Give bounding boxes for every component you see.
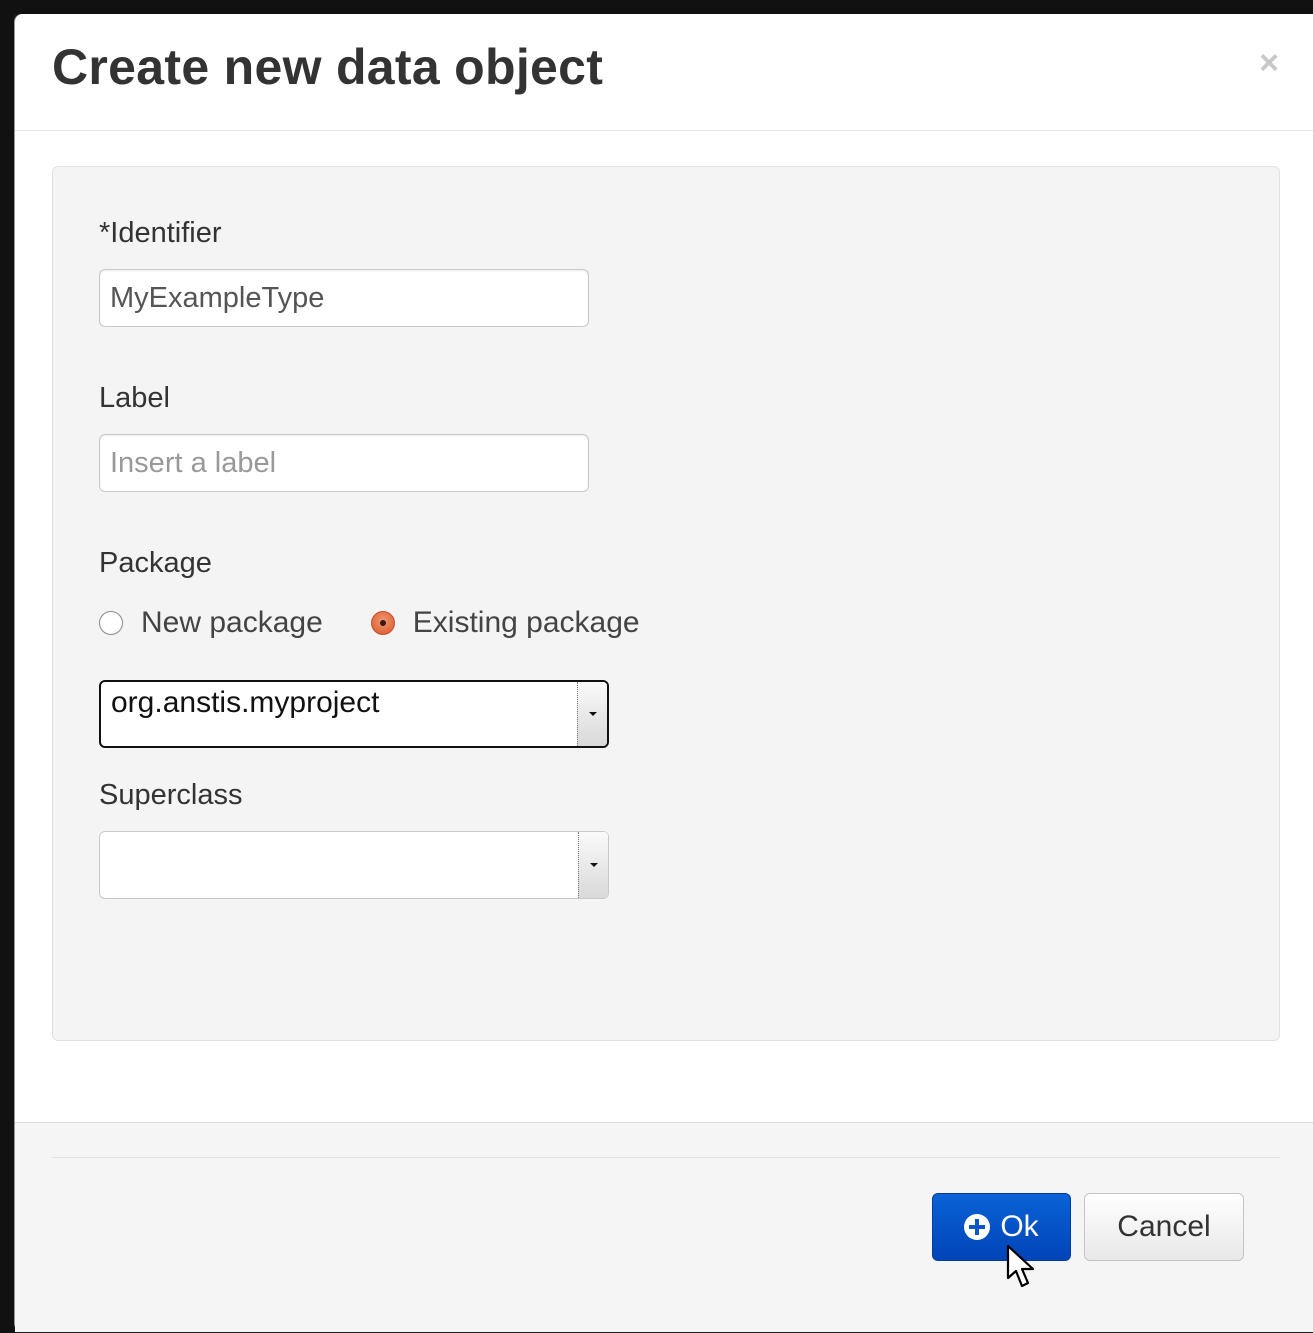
plus-circle-icon (964, 1214, 991, 1240)
superclass-select[interactable] (99, 831, 609, 899)
package-select-value: org.anstis.myproject (111, 686, 380, 719)
radio-new-package-label: New package (141, 606, 323, 639)
label-input[interactable] (99, 434, 589, 492)
identifier-input[interactable] (99, 269, 589, 327)
modal-backdrop-top (0, 0, 1313, 14)
mouse-pointer-icon (1006, 1244, 1035, 1288)
radio-existing-package-label: Existing package (412, 606, 640, 639)
cancel-button[interactable]: Cancel (1084, 1193, 1244, 1261)
package-select[interactable]: org.anstis.myproject (99, 680, 609, 748)
label-label: Label (99, 382, 170, 414)
identifier-label: *Identifier (99, 217, 222, 249)
modal-backdrop-left (0, 0, 14, 1333)
create-data-object-dialog: Create new data object × *Identifier Lab… (14, 14, 1313, 1332)
radio-existing-package-button[interactable] (370, 611, 395, 635)
form-panel: *Identifier Label Package New package Ex… (52, 166, 1280, 1041)
caret-down-icon[interactable] (578, 832, 608, 898)
ok-button[interactable]: Ok (932, 1193, 1071, 1261)
dialog-footer: Ok Cancel (15, 1122, 1313, 1332)
package-radio-group: New package Existing package (99, 603, 640, 643)
radio-new-package-button[interactable] (99, 611, 123, 635)
close-icon[interactable]: × (1259, 46, 1279, 80)
dialog-header: Create new data object × (15, 14, 1313, 131)
radio-new-package[interactable]: New package (99, 606, 323, 640)
caret-down-icon[interactable] (577, 682, 607, 746)
package-label: Package (99, 547, 212, 579)
superclass-label: Superclass (99, 779, 243, 811)
cancel-button-label: Cancel (1117, 1210, 1211, 1243)
dialog-title: Create new data object (52, 39, 604, 95)
footer-divider (52, 1157, 1280, 1158)
ok-button-label: Ok (1000, 1210, 1039, 1243)
radio-existing-package[interactable]: Existing package (370, 606, 640, 640)
